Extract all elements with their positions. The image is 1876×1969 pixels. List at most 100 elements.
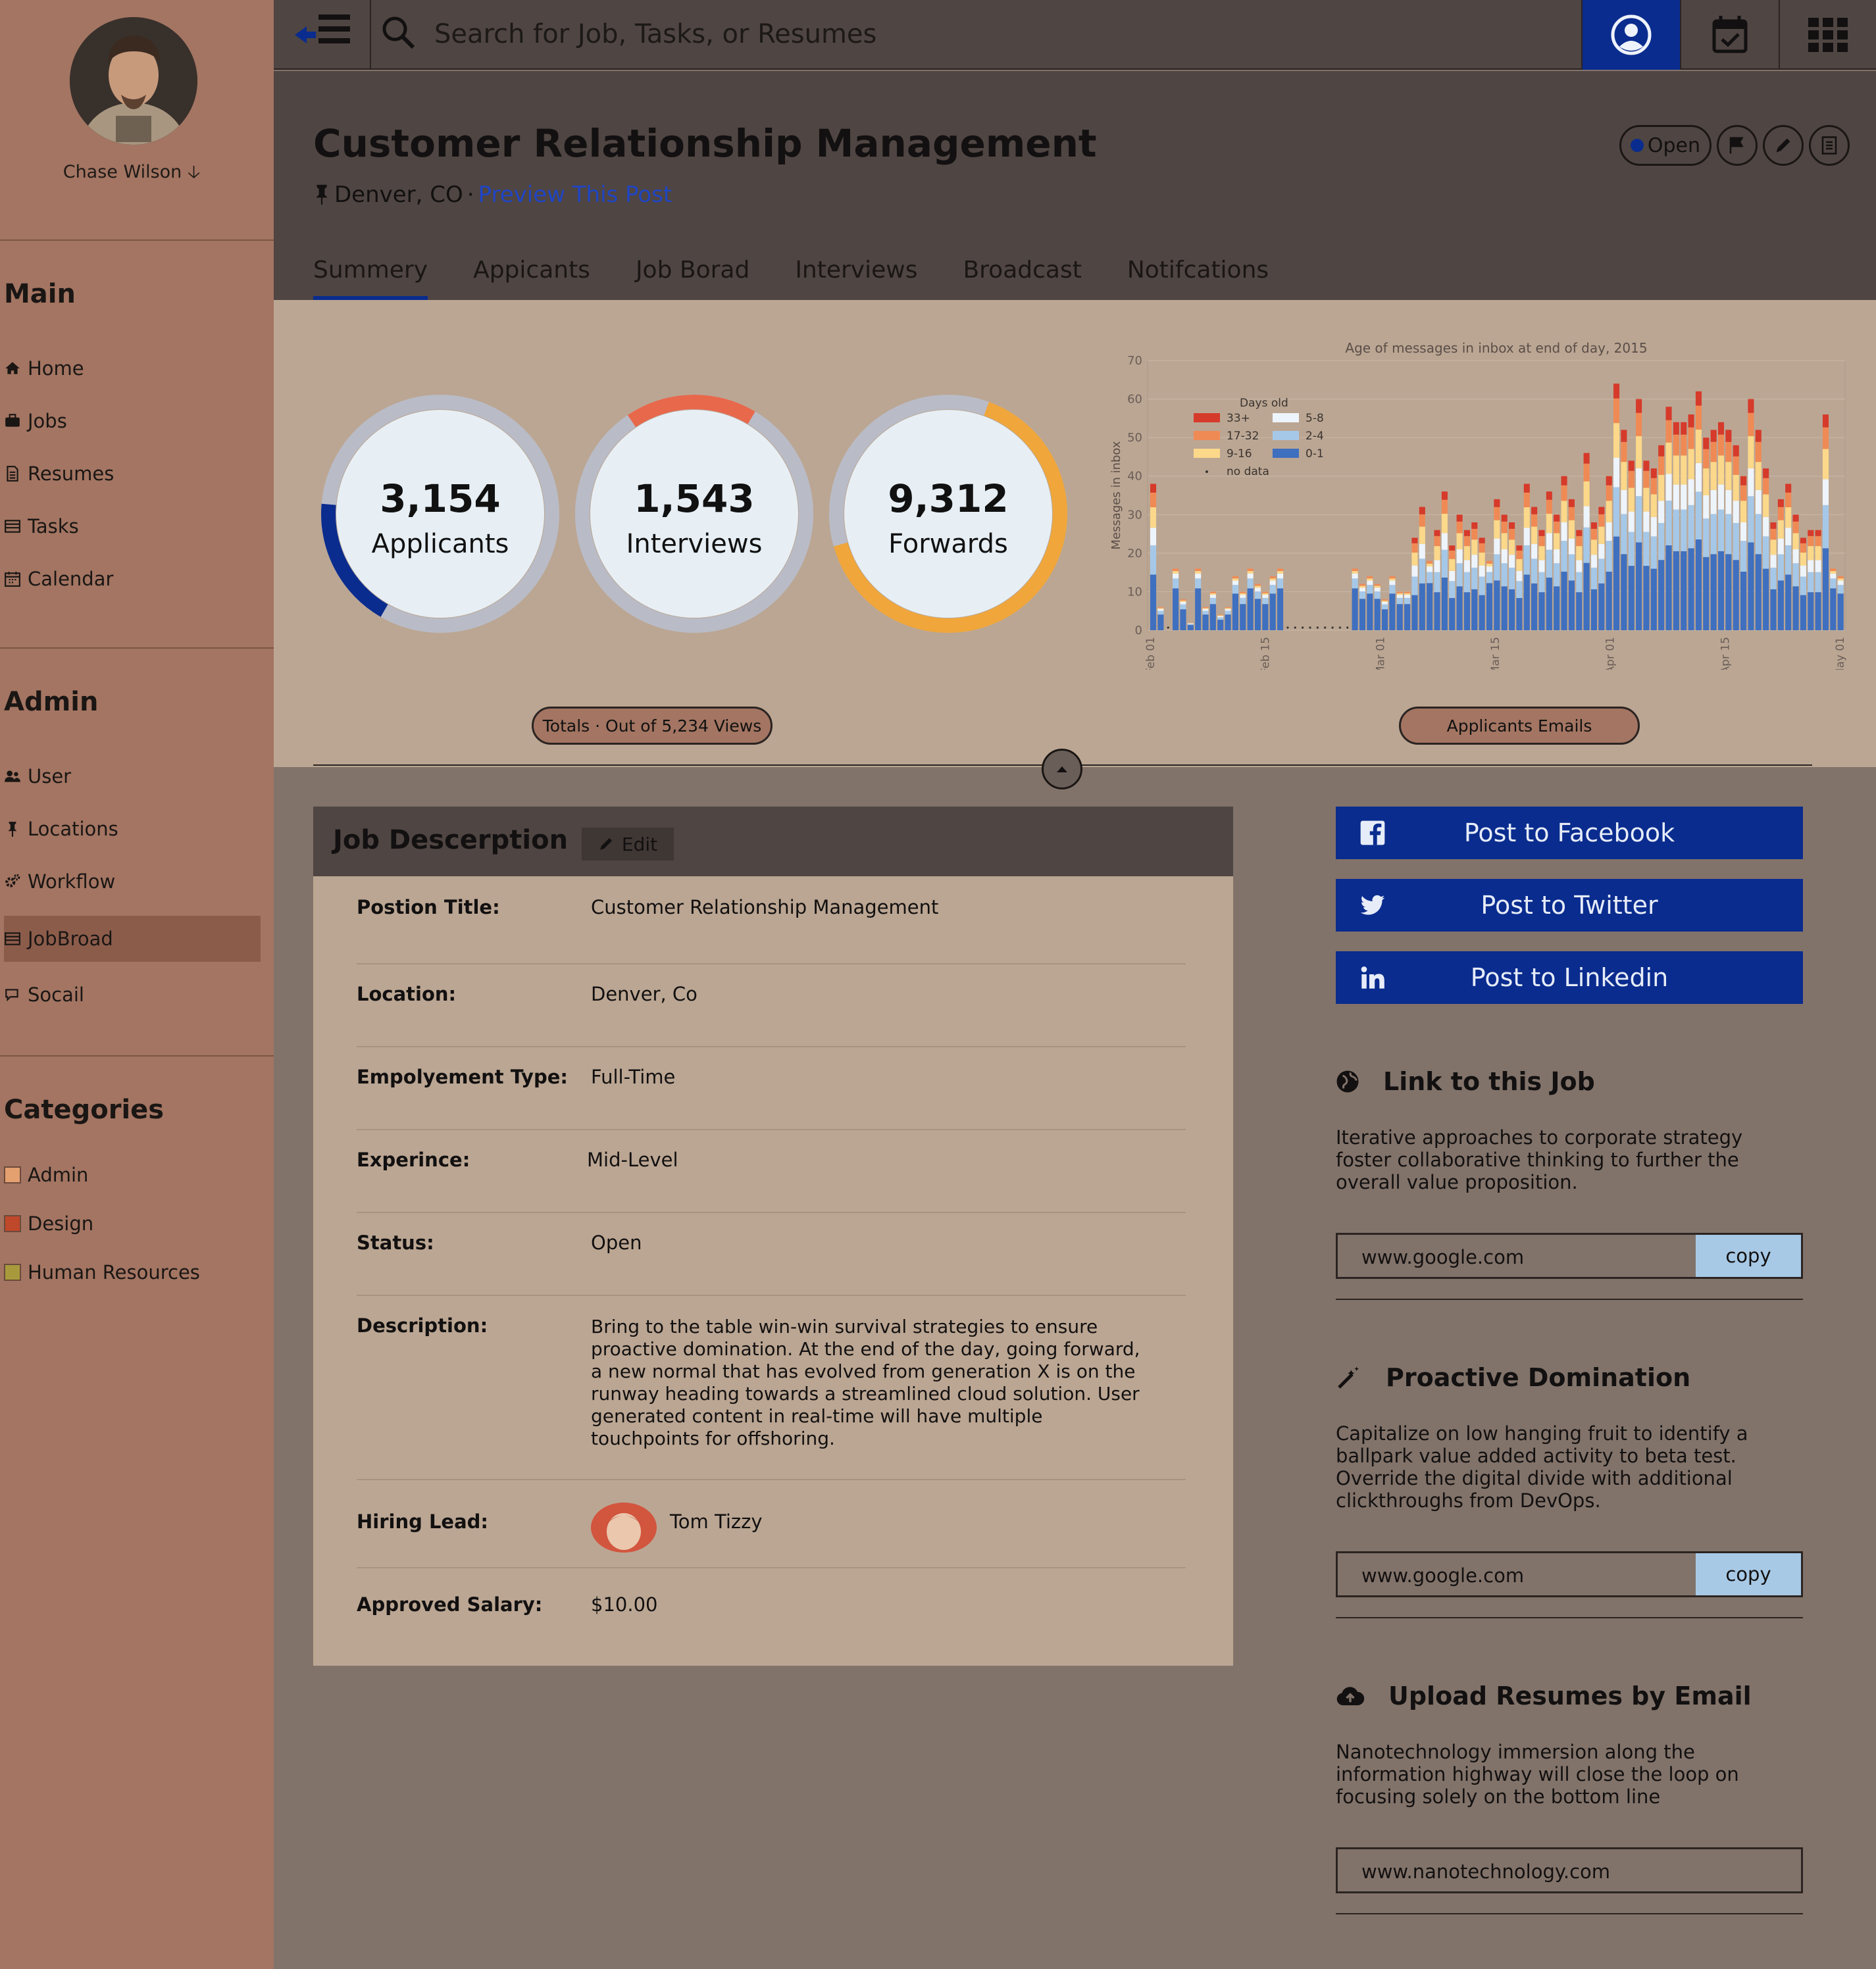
edit-button[interactable]: Edit	[582, 828, 674, 860]
bar-segment	[1538, 530, 1545, 536]
bar-segment	[1202, 609, 1209, 611]
user-menu[interactable]: Chase Wilson 🡣	[0, 159, 263, 189]
hiring-lead-avatar[interactable]	[591, 1503, 657, 1553]
bar-segment	[1658, 560, 1665, 630]
status-badge[interactable]: Open	[1619, 125, 1711, 166]
bar-segment	[1240, 595, 1246, 598]
bar-segment	[1628, 461, 1635, 471]
category-item-human-resources[interactable]: Human Resources	[4, 1254, 261, 1291]
bar-segment	[1673, 422, 1679, 435]
bar-segment	[1650, 468, 1657, 478]
bar-segment	[1150, 545, 1157, 575]
bar-segment	[1785, 574, 1792, 630]
bar-segment	[1681, 422, 1687, 435]
profile-button[interactable]	[1581, 0, 1680, 70]
bar-segment	[1621, 430, 1627, 442]
bar-segment	[1606, 501, 1612, 522]
url-input[interactable]	[1361, 1562, 1690, 1589]
bar-segment	[1254, 586, 1261, 588]
sidebar-item-calendar[interactable]: Calendar	[4, 561, 261, 597]
sidebar-item-jobbroad[interactable]: JobBroad	[4, 916, 261, 962]
bar-segment	[1269, 580, 1276, 586]
url-input[interactable]	[1361, 1244, 1690, 1270]
bar-segment	[1359, 587, 1366, 591]
sidebar-item-user[interactable]: User	[4, 758, 261, 795]
bar-segment	[1479, 543, 1485, 553]
bar-segment	[1777, 520, 1784, 539]
sidebar-item-jobs[interactable]: Jobs	[4, 403, 261, 439]
stat-value: 1,543	[634, 476, 755, 521]
tab-appicants[interactable]: Appicants	[473, 257, 590, 300]
flag-button[interactable]	[1717, 125, 1758, 166]
bar-segment	[1217, 617, 1224, 620]
bar-segment	[1665, 442, 1672, 474]
tab-notifcations[interactable]: Notifcations	[1127, 257, 1269, 300]
legend-title: Days old	[1240, 397, 1288, 410]
bar-segment	[1590, 522, 1598, 529]
collapse-button[interactable]	[1042, 749, 1082, 789]
bar-segment	[1636, 542, 1642, 630]
post-to-linkedin-button[interactable]: Post to Linkedin	[1336, 951, 1803, 1004]
sidebar-item-resumes[interactable]: Resumes	[4, 455, 261, 492]
bar-segment	[1598, 543, 1605, 559]
bar-segment	[1561, 571, 1567, 630]
chat-icon	[5, 989, 18, 1002]
bar-segment	[1486, 583, 1493, 630]
tab-summery[interactable]: Summery	[313, 257, 428, 300]
bar-segment	[1598, 559, 1605, 584]
bar-segment	[1494, 499, 1500, 507]
post-to-facebook-button[interactable]: Post to Facebook	[1336, 807, 1803, 859]
copy-button[interactable]: copy	[1696, 1235, 1801, 1277]
avatar[interactable]	[70, 17, 197, 145]
bar-segment	[1554, 549, 1560, 564]
search-input[interactable]	[434, 14, 1487, 54]
stat-interviews: 1,543 Interviews	[572, 392, 816, 636]
arrow-down-icon: 🡣	[187, 162, 201, 182]
divider	[1336, 1913, 1803, 1914]
bar-segment	[1822, 449, 1829, 480]
sidebar-item-tasks[interactable]: Tasks	[4, 508, 261, 545]
menu-toggle-button[interactable]	[274, 0, 371, 70]
tasks-icon	[5, 520, 20, 533]
legend-swatch	[1194, 413, 1220, 422]
y-tick-label: 10	[1127, 585, 1142, 599]
bar-segment	[1486, 572, 1493, 584]
bar-segment	[1404, 593, 1411, 595]
category-item-design[interactable]: Design	[4, 1205, 261, 1242]
sidebar-item-locations[interactable]: Locations	[4, 810, 261, 847]
bar-segment	[1815, 572, 1821, 593]
sidebar-item-socail[interactable]: Socail	[4, 976, 261, 1013]
sidebar-item-workflow[interactable]: Workflow	[4, 863, 261, 900]
bar-segment	[1419, 583, 1425, 630]
bar-segment	[1695, 391, 1702, 406]
bar-segment	[1770, 555, 1777, 568]
bar-segment	[1681, 484, 1687, 510]
apps-button[interactable]	[1779, 0, 1876, 70]
sidebar-item-home[interactable]: Home	[4, 350, 261, 387]
tab-job-borad[interactable]: Job Borad	[636, 257, 749, 300]
bar-segment	[1770, 528, 1777, 540]
document-button[interactable]	[1809, 125, 1850, 166]
edit-job-button[interactable]	[1763, 125, 1804, 166]
bar-segment	[1262, 604, 1269, 630]
bar-segment	[1822, 427, 1829, 449]
calendar-button[interactable]	[1680, 0, 1779, 70]
tab-interviews[interactable]: Interviews	[795, 257, 917, 300]
tab-broadcast[interactable]: Broadcast	[963, 257, 1081, 300]
post-to-twitter-button[interactable]: Post to Twitter	[1336, 879, 1803, 932]
totals-caption[interactable]: Totals · Out of 5,234 Views	[532, 707, 773, 745]
copy-button[interactable]: copy	[1696, 1553, 1801, 1595]
bar-segment	[1523, 507, 1530, 528]
bar-segment	[1240, 604, 1246, 630]
bar-segment	[1404, 591, 1411, 593]
bar-segment	[1748, 399, 1754, 413]
bar-segment	[1427, 583, 1433, 630]
preview-post-link[interactable]: Preview This Post	[478, 182, 672, 208]
url-input[interactable]	[1361, 1858, 1690, 1885]
bar-segment	[1494, 520, 1500, 539]
bar-segment	[1590, 567, 1598, 589]
category-item-admin[interactable]: Admin	[4, 1157, 261, 1193]
applicants-emails-caption[interactable]: Applicants Emails	[1399, 707, 1640, 745]
bar-segment	[1621, 462, 1627, 490]
bar-segment	[1456, 521, 1463, 534]
